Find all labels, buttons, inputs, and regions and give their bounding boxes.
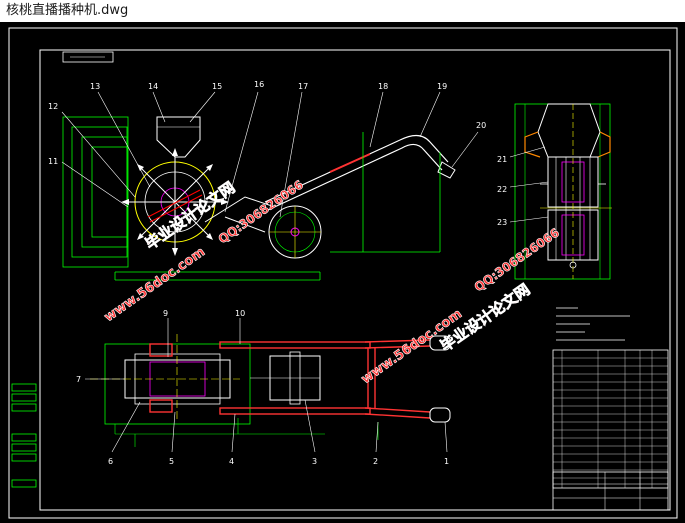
label-15: 15 — [212, 82, 222, 91]
part-labels-side: 21 22 23 — [497, 155, 507, 227]
label-20: 20 — [476, 121, 486, 130]
label-2: 2 — [373, 457, 378, 466]
label-5: 5 — [169, 457, 174, 466]
label-6: 6 — [108, 457, 113, 466]
title-bar: 核桃直播播种机.dwg — [0, 0, 685, 23]
label-4: 4 — [229, 457, 234, 466]
main-side-view — [61, 91, 479, 281]
part-labels-top: 13 14 15 16 17 18 19 20 12 11 — [48, 80, 486, 166]
label-21: 21 — [497, 155, 507, 164]
drawing-svg[interactable]: 13 14 15 16 17 18 19 20 12 11 21 22 23 9… — [0, 22, 685, 523]
technical-notes — [556, 307, 630, 341]
label-13: 13 — [90, 82, 100, 91]
label-18: 18 — [378, 82, 388, 91]
label-22: 22 — [497, 185, 507, 194]
label-1: 1 — [444, 457, 449, 466]
label-11: 11 — [48, 157, 58, 166]
plan-view — [85, 318, 451, 453]
outer-frame — [8, 27, 678, 519]
label-17: 17 — [298, 82, 308, 91]
part-labels-bottom: 9 10 7 6 5 4 3 2 1 — [76, 309, 449, 466]
label-10: 10 — [235, 309, 245, 318]
label-23: 23 — [497, 218, 507, 227]
drawing-canvas[interactable]: 13 14 15 16 17 18 19 20 12 11 21 22 23 9… — [0, 22, 685, 523]
cad-window: 核桃直播播种机.dwg 13 14 15 16 17 18 19 20 12 1… — [0, 0, 685, 523]
label-7: 7 — [76, 375, 81, 384]
left-sidebar-blocks — [11, 383, 37, 488]
label-12: 12 — [48, 102, 58, 111]
label-16: 16 — [254, 80, 264, 89]
label-14: 14 — [148, 82, 158, 91]
parts-list-table — [552, 349, 669, 511]
label-9: 9 — [163, 309, 168, 318]
label-3: 3 — [312, 457, 317, 466]
label-19: 19 — [437, 82, 447, 91]
window-title: 核桃直播播种机.dwg — [6, 3, 129, 18]
